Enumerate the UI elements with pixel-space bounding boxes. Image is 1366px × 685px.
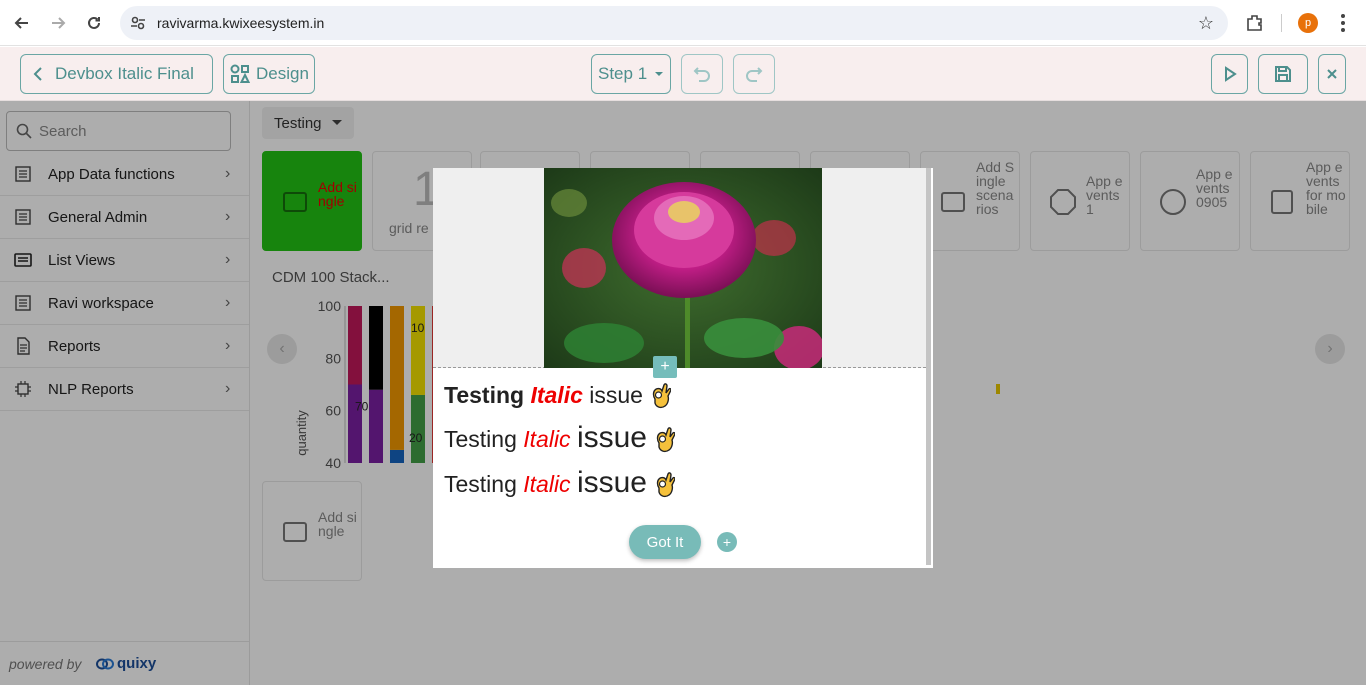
app-name-label: Devbox Italic Final — [55, 64, 194, 83]
toolbar-divider — [1281, 14, 1282, 32]
save-icon — [1275, 66, 1291, 82]
close-button[interactable] — [1318, 54, 1346, 94]
preview-button[interactable] — [1211, 54, 1248, 94]
text-word: issue — [576, 466, 647, 499]
italic-word: Italic — [523, 426, 571, 452]
got-it-button[interactable]: Got It — [629, 525, 701, 559]
close-icon — [1327, 69, 1337, 79]
modal-image-area: + — [433, 168, 926, 378]
ok-hand-icon — [652, 383, 671, 409]
back-to-app-button[interactable]: Devbox Italic Final — [20, 54, 213, 94]
redo-icon — [746, 67, 763, 82]
modal-scrollbar[interactable] — [926, 168, 931, 565]
play-icon — [1224, 66, 1237, 82]
app-header: Devbox Italic Final Design Step 1 — [0, 47, 1366, 101]
url-text[interactable]: ravivarma.kwixeesystem.in — [157, 15, 324, 31]
save-button[interactable] — [1258, 54, 1308, 94]
add-element-button[interactable]: + — [653, 356, 677, 378]
ok-hand-icon — [656, 472, 675, 498]
shapes-icon — [230, 64, 250, 83]
text-line-1: Testing Italic issue — [444, 382, 671, 411]
extensions-icon[interactable] — [1244, 12, 1266, 34]
text-word: Testing — [444, 382, 525, 408]
flower-image — [544, 168, 822, 368]
text-word: Testing — [444, 426, 517, 452]
step-dropdown[interactable]: Step 1 — [591, 54, 671, 94]
text-line-2: Testing Italic issue — [444, 421, 675, 455]
step-label: Step 1 — [598, 64, 648, 83]
undo-icon — [693, 67, 710, 82]
caret-down-icon — [655, 72, 664, 76]
bookmark-star-icon[interactable]: ☆ — [1198, 13, 1214, 34]
design-button[interactable]: Design — [223, 54, 315, 94]
italic-word: Italic — [530, 382, 583, 408]
text-word: Testing — [444, 471, 517, 497]
design-label: Design — [256, 64, 309, 83]
site-settings-icon[interactable] — [130, 15, 146, 31]
text-line-3: Testing Italic issue — [444, 466, 675, 500]
undo-button[interactable] — [681, 54, 723, 94]
italic-word: Italic — [523, 471, 571, 497]
address-bar[interactable]: ravivarma.kwixeesystem.in ☆ — [120, 6, 1228, 40]
browser-toolbar: ravivarma.kwixeesystem.in ☆ p — [0, 0, 1366, 46]
add-button-icon[interactable]: + — [717, 532, 737, 552]
browser-menu-icon[interactable] — [1335, 12, 1351, 34]
text-word: issue — [576, 421, 647, 454]
forward-arrow-icon[interactable] — [46, 11, 70, 35]
ok-hand-icon — [656, 427, 675, 453]
profile-avatar[interactable]: p — [1298, 13, 1318, 33]
back-arrow-icon[interactable] — [10, 11, 34, 35]
chevron-left-icon — [33, 67, 42, 81]
text-word: issue — [589, 382, 643, 408]
redo-button[interactable] — [733, 54, 775, 94]
walkthrough-modal: + Testing Italic issue Testing Italic is… — [433, 168, 933, 568]
reload-icon[interactable] — [82, 11, 106, 35]
